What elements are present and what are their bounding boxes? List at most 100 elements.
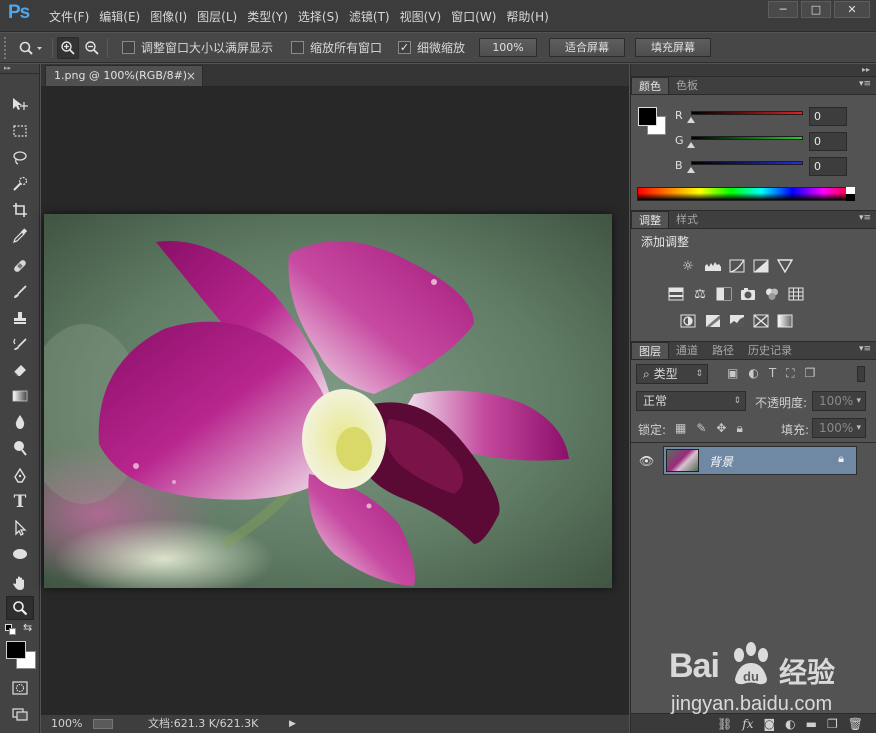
green-value-input[interactable]: 0 [809,132,847,151]
pen-tool[interactable] [6,464,34,488]
menu-edit[interactable]: 编辑(E) [94,8,145,25]
dodge-tool[interactable] [6,436,34,460]
zoom-all-windows-checkbox[interactable]: 缩放所有窗口 [291,39,382,56]
default-colors-icon[interactable] [5,624,17,636]
brightness-icon[interactable]: ☼ [679,258,697,274]
blue-track[interactable] [691,161,803,165]
panel-menu-icon[interactable]: ▾≡ [859,213,871,223]
quick-select-tool[interactable] [6,172,34,196]
eraser-tool[interactable] [6,358,34,382]
menu-type[interactable]: 类型(Y) [242,8,293,25]
history-brush-tool[interactable] [6,332,34,356]
menu-view[interactable]: 视图(V) [395,8,447,25]
lock-transparent-icon[interactable]: ▦ [675,421,686,436]
opacity-input[interactable]: 100% ▾ [812,391,866,411]
tab-history[interactable]: 历史记录 [741,342,799,359]
levels-icon[interactable] [704,258,722,274]
menu-layer[interactable]: 图层(L) [192,8,242,25]
photo-filter-icon[interactable] [739,286,757,302]
zoom-in-button[interactable] [57,36,79,59]
menu-image[interactable]: 图像(I) [145,8,192,25]
blue-value-input[interactable]: 0 [809,157,847,176]
layer-filter-kind-select[interactable]: ⌕ 类型 ⇕ [636,364,708,384]
screen-mode-button[interactable] [6,702,34,726]
path-selection-tool[interactable] [6,516,34,540]
panel-collapse-icon[interactable]: ▸▸ [631,64,876,76]
lock-position-icon[interactable]: ✥ [716,421,726,436]
zoom-level[interactable]: 100% [51,715,82,733]
options-grip[interactable] [4,36,14,59]
tab-adjustments[interactable]: 调整 [631,211,669,228]
gradient-tool[interactable] [6,384,34,408]
green-track[interactable] [691,136,803,140]
filter-toggle[interactable] [857,366,865,382]
scrubby-zoom-checkbox[interactable]: ✓ 细微缩放 [398,39,465,56]
panel-menu-icon[interactable]: ▾≡ [859,344,871,354]
tab-styles[interactable]: 样式 [669,211,705,228]
blur-tool[interactable] [6,410,34,434]
exposure-icon[interactable] [752,258,770,274]
hand-tool[interactable] [6,571,34,595]
eyedropper-tool[interactable] [6,224,34,248]
zoom-out-button[interactable] [81,37,103,59]
filter-pixel-icon[interactable]: ▣ [727,366,738,381]
red-track[interactable] [691,111,803,115]
minimize-button[interactable]: ─ [768,1,798,18]
close-button[interactable]: ✕ [834,1,870,18]
resize-windows-checkbox[interactable]: 调整窗口大小以满屏显示 [122,39,273,56]
toolbox-collapse-icon[interactable]: ▸▸ [0,64,39,74]
crop-tool[interactable] [6,198,34,222]
fill-screen-button[interactable]: 填充屏幕 [635,38,712,57]
lock-image-icon[interactable]: ✎ [696,421,706,436]
green-slider[interactable]: G 0 [675,132,870,154]
menu-file[interactable]: 文件(F) [44,8,94,25]
filter-type-icon[interactable]: T [769,366,776,381]
channel-mixer-icon[interactable] [763,286,781,302]
blue-thumb-icon[interactable] [687,167,695,173]
black-white-icon[interactable] [715,286,733,302]
marquee-tool[interactable] [6,119,34,143]
close-tab-icon[interactable]: × [186,66,196,86]
clone-stamp-tool[interactable] [6,306,34,330]
tab-color[interactable]: 颜色 [631,77,669,94]
quick-mask-button[interactable] [6,676,34,700]
color-balance-icon[interactable]: ⚖ [691,286,709,302]
swap-colors-icon[interactable]: ⇆ [23,621,32,634]
brush-tool[interactable] [6,280,34,304]
healing-brush-tool[interactable] [6,254,34,278]
zoom-tool[interactable] [6,596,34,620]
tool-preset-picker[interactable] [14,37,48,59]
menu-help[interactable]: 帮助(H) [501,8,553,25]
lock-all-icon[interactable]: 🔒︎ [736,421,742,436]
layer-row[interactable]: 👁︎ 背景 🔒︎ [631,446,876,477]
fill-input[interactable]: 100% ▾ [812,418,866,438]
filter-smart-object-icon[interactable]: ❐ [805,366,816,381]
checkbox-box[interactable] [291,41,305,54]
type-tool[interactable]: T [6,490,34,514]
blend-mode-select[interactable]: 正常 ⇕ [636,391,746,411]
selective-color-icon[interactable] [752,313,770,329]
maximize-button[interactable]: □ [801,1,831,18]
tab-swatches[interactable]: 色板 [669,77,705,94]
panel-menu-icon[interactable]: ▾≡ [859,79,871,89]
gradient-map-icon[interactable] [776,313,794,329]
menu-window[interactable]: 窗口(W) [446,8,501,25]
filter-adjustment-icon[interactable]: ◐ [748,366,758,381]
hue-saturation-icon[interactable] [667,286,685,302]
menu-filter[interactable]: 滤镜(T) [344,8,395,25]
invert-icon[interactable] [679,313,697,329]
eye-icon[interactable]: 👁︎ [639,454,654,468]
lasso-tool[interactable] [6,146,34,170]
tab-paths[interactable]: 路径 [705,342,741,359]
red-value-input[interactable]: 0 [809,107,847,126]
color-lookup-icon[interactable] [787,286,805,302]
color-foreground-swatch[interactable] [638,107,657,126]
move-tool[interactable] [6,92,34,116]
curves-icon[interactable] [728,258,746,274]
checkbox-box[interactable] [122,41,135,54]
orchid-photo[interactable] [44,214,612,588]
green-thumb-icon[interactable] [687,142,695,148]
color-spectrum-ramp[interactable] [637,187,855,201]
foreground-color-swatch[interactable] [6,641,26,659]
canvas-area[interactable] [41,86,629,714]
